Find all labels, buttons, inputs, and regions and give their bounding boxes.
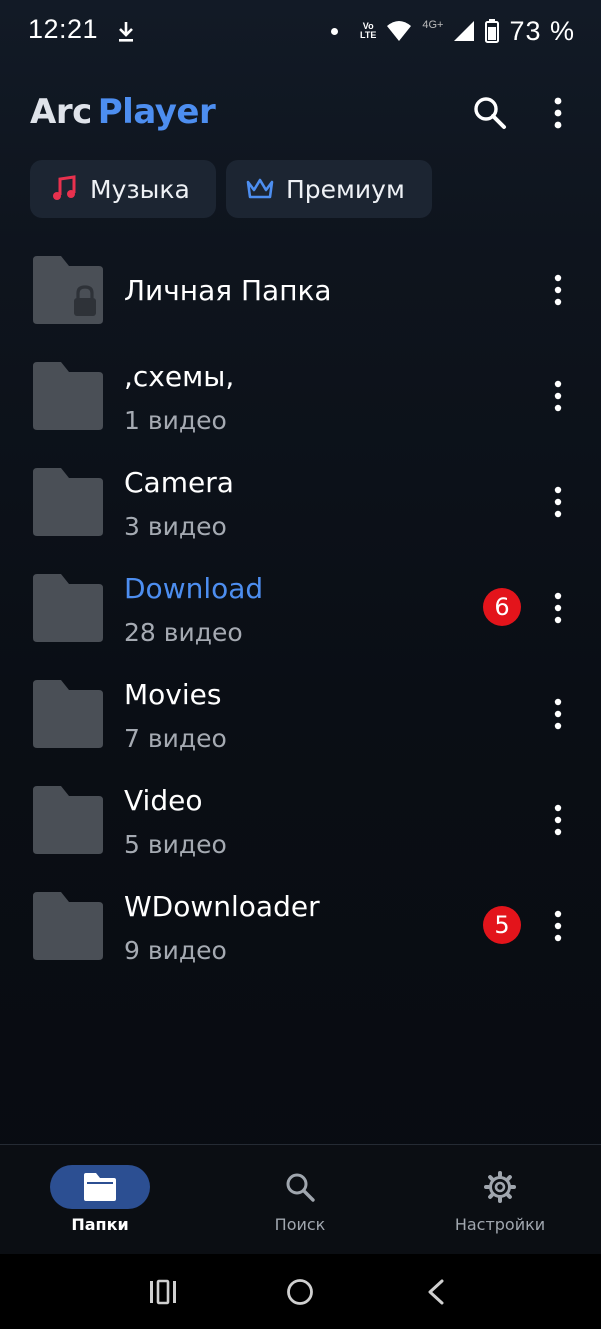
folder-row[interactable]: WDownloader 9 видео 5 xyxy=(0,874,601,980)
system-nav-bar xyxy=(0,1254,601,1329)
folder-row[interactable]: Video 5 видео xyxy=(0,768,601,874)
back-icon[interactable] xyxy=(424,1278,448,1306)
music-note-icon xyxy=(53,175,76,200)
folder-name: Camera xyxy=(124,466,234,499)
download-icon xyxy=(119,22,133,42)
folder-count: 7 видео xyxy=(124,724,227,753)
app-header: Arc Player xyxy=(0,84,601,144)
more-vert-icon[interactable] xyxy=(544,272,572,308)
folder-count: 3 видео xyxy=(124,512,227,541)
status-icons: Vo LTE 4G+ 73 % xyxy=(331,14,575,48)
folder-icon xyxy=(33,680,103,748)
battery-percent: 73 % xyxy=(509,15,575,46)
nav-folders[interactable]: Папки xyxy=(0,1145,200,1255)
folder-row[interactable]: Личная Папка xyxy=(0,238,601,344)
home-icon[interactable] xyxy=(286,1278,314,1306)
wifi-icon xyxy=(387,21,412,41)
search-icon xyxy=(286,1173,315,1202)
status-bar: 12:21 Vo LTE 4G+ 73 % xyxy=(0,0,601,64)
folder-count: 28 видео xyxy=(124,618,243,647)
folder-row[interactable]: Movies 7 видео xyxy=(0,662,601,768)
signal-icon xyxy=(454,21,475,41)
nav-search-label: Поиск xyxy=(274,1215,326,1234)
premium-chip[interactable]: Премиум xyxy=(226,160,432,218)
nav-settings[interactable]: Настройки xyxy=(400,1145,600,1255)
more-vert-icon[interactable] xyxy=(540,94,576,134)
folder-name: Movies xyxy=(124,678,222,711)
folder-name: Download xyxy=(124,572,264,605)
folder-icon xyxy=(33,574,103,642)
folder-icon xyxy=(33,892,103,960)
nav-settings-label: Настройки xyxy=(454,1215,546,1234)
music-chip[interactable]: Музыка xyxy=(30,160,216,218)
folder-name: WDownloader xyxy=(124,890,320,923)
app-logo: Arc Player xyxy=(30,92,216,132)
nav-folders-label: Папки xyxy=(71,1215,129,1234)
search-icon[interactable] xyxy=(470,94,510,134)
folder-icon xyxy=(84,1173,116,1201)
bottom-nav: Папки Поиск Настройки xyxy=(0,1144,601,1254)
folder-count: 1 видео xyxy=(124,406,227,435)
folder-icon xyxy=(33,786,103,854)
more-vert-icon[interactable] xyxy=(544,378,572,414)
status-time: 12:21 xyxy=(28,14,99,44)
more-vert-icon[interactable] xyxy=(544,908,572,944)
battery-icon xyxy=(485,19,500,43)
more-vert-icon[interactable] xyxy=(544,590,572,626)
folder-name: Video xyxy=(124,784,203,817)
gear-icon xyxy=(484,1171,516,1203)
more-vert-icon[interactable] xyxy=(544,484,572,520)
folder-icon xyxy=(33,362,103,430)
new-count-badge: 5 xyxy=(483,906,521,944)
folder-row[interactable]: Camera 3 видео xyxy=(0,450,601,556)
more-vert-icon[interactable] xyxy=(544,802,572,838)
notification-dot-icon xyxy=(331,27,338,35)
network-type: 4G+ xyxy=(422,19,444,31)
more-vert-icon[interactable] xyxy=(544,696,572,732)
crown-icon xyxy=(246,178,274,199)
folder-count: 5 видео xyxy=(124,830,227,859)
folder-row[interactable]: Download 28 видео 6 xyxy=(0,556,601,662)
folder-row[interactable]: ,схемы, 1 видео xyxy=(0,344,601,450)
folder-count: 9 видео xyxy=(124,936,227,965)
volte-icon: Vo LTE xyxy=(360,21,377,40)
nav-search[interactable]: Поиск xyxy=(200,1145,400,1255)
music-chip-label: Музыка xyxy=(90,174,190,204)
folder-icon xyxy=(33,468,103,536)
new-count-badge: 6 xyxy=(483,588,521,626)
folder-name: Личная Папка xyxy=(124,274,332,307)
folder-list: Личная Папка ,схемы, 1 видео Camera 3 ви… xyxy=(0,238,601,980)
folder-name: ,схемы, xyxy=(124,360,235,393)
recents-icon[interactable] xyxy=(148,1278,178,1306)
locked-folder-icon xyxy=(33,256,103,324)
premium-chip-label: Премиум xyxy=(286,174,405,204)
screen: 12:21 Vo LTE 4G+ 73 % Arc Player Музыка … xyxy=(0,0,601,1329)
